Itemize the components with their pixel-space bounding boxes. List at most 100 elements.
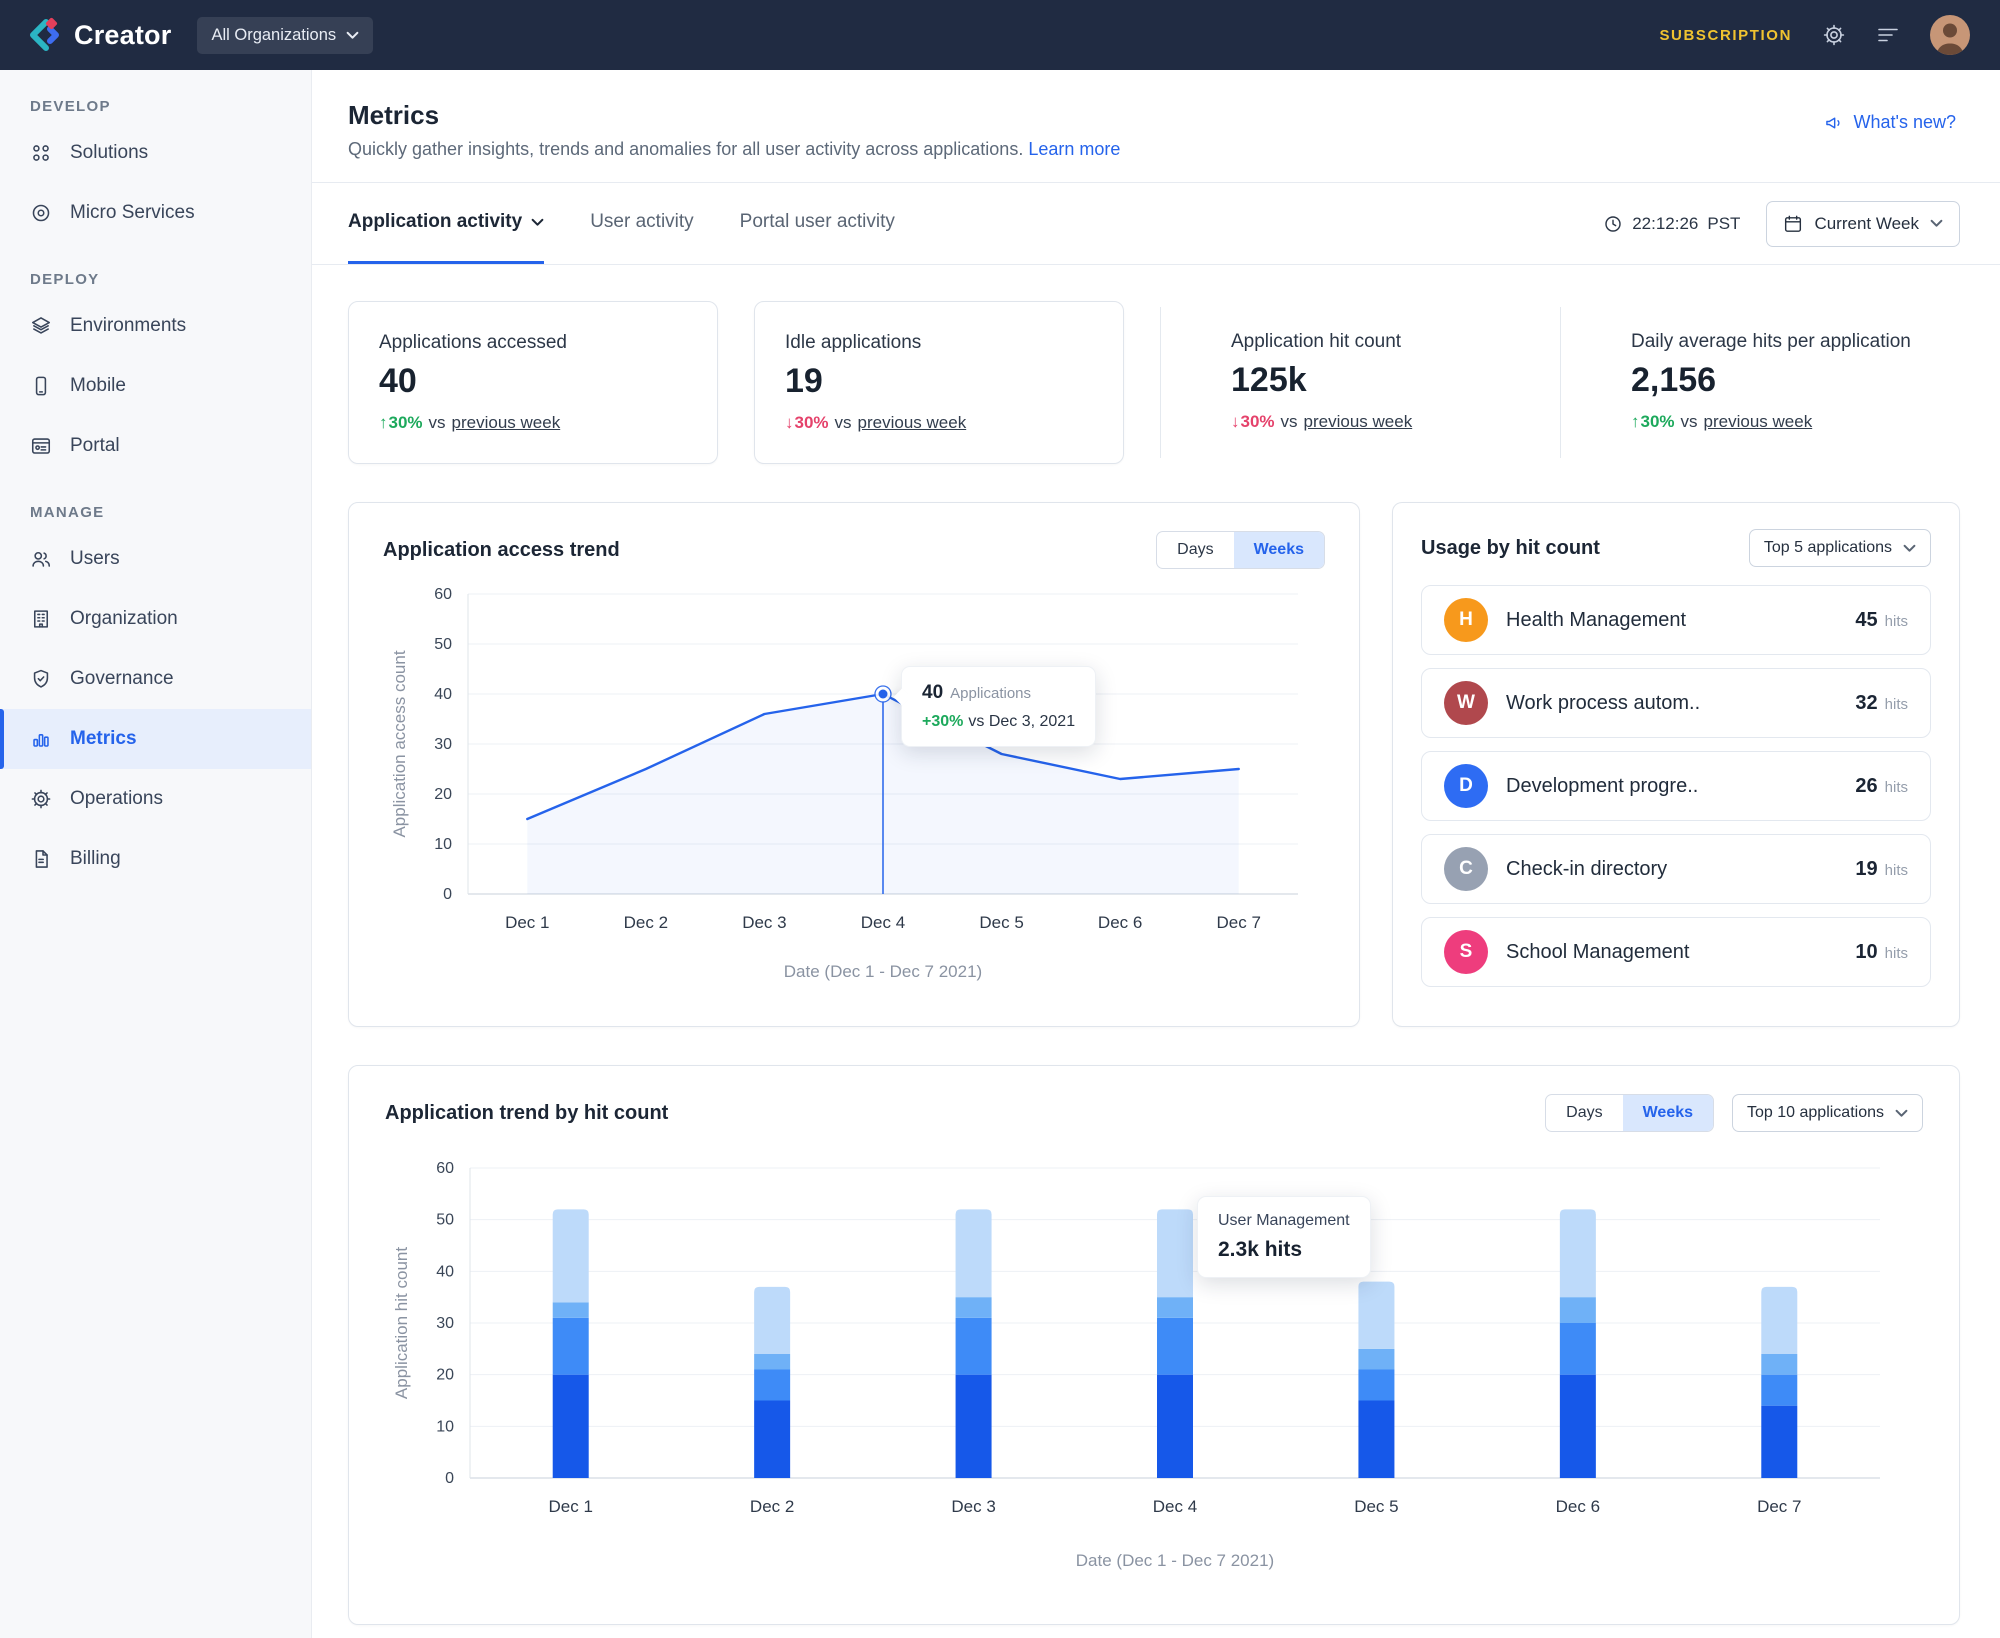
previous-week-link[interactable]: previous week (858, 413, 967, 433)
svg-text:Date (Dec 1 - Dec 7 2021): Date (Dec 1 - Dec 7 2021) (1076, 1551, 1274, 1570)
sidebar-item-environments[interactable]: Environments (0, 296, 311, 356)
brand-title: Creator (74, 20, 171, 51)
sidebar-item-micro-services[interactable]: Micro Services (0, 183, 311, 243)
settings-gear-icon[interactable] (1822, 23, 1846, 47)
usage-item-work-process[interactable]: W Work process autom.. 32hits (1421, 668, 1931, 738)
page-subtitle: Quickly gather insights, trends and anom… (348, 139, 1956, 160)
sidebar-item-metrics[interactable]: Metrics (0, 709, 311, 769)
stat-delta: ↑30% vs previous week (1631, 412, 1960, 432)
app-avatar: W (1444, 681, 1488, 725)
bar-chart-icon (30, 728, 52, 750)
svg-text:Dec 3: Dec 3 (951, 1497, 995, 1516)
trend-arrow-icon: ↓ (1231, 412, 1240, 432)
org-selector-label: All Organizations (211, 26, 336, 45)
svg-text:Dec 4: Dec 4 (861, 913, 905, 932)
sidebar-item-solutions[interactable]: Solutions (0, 123, 311, 183)
sidebar-item-label: Solutions (70, 142, 148, 164)
svg-text:Dec 4: Dec 4 (1153, 1497, 1197, 1516)
svg-text:Dec 1: Dec 1 (549, 1497, 593, 1516)
svg-text:Dec 7: Dec 7 (1217, 913, 1261, 932)
previous-week-link[interactable]: previous week (1304, 412, 1413, 432)
sidebar-item-mobile[interactable]: Mobile (0, 356, 311, 416)
tab-portal-user-activity[interactable]: Portal user activity (740, 183, 895, 264)
subscription-link[interactable]: SUBSCRIPTION (1659, 27, 1792, 44)
sidebar-section-develop: DEVELOP (30, 98, 311, 115)
chart-tooltip: 40Applications +30%vs Dec 3, 2021 (901, 666, 1096, 747)
panel-title: Usage by hit count (1421, 537, 1600, 560)
topbar-actions: SUBSCRIPTION (1659, 15, 1970, 55)
app-name: Development progre.. (1506, 775, 1698, 798)
chevron-down-icon (1895, 1109, 1908, 1118)
sidebar-item-organization[interactable]: Organization (0, 589, 311, 649)
app-name: School Management (1506, 941, 1689, 964)
chevron-down-icon (346, 31, 359, 40)
svg-text:Dec 2: Dec 2 (624, 913, 668, 932)
shield-check-icon (30, 668, 52, 690)
svg-text:0: 0 (443, 886, 452, 903)
megaphone-icon (1824, 113, 1844, 133)
svg-text:10: 10 (434, 836, 452, 853)
sidebar-item-billing[interactable]: Billing (0, 829, 311, 889)
top-applications-selector[interactable]: Top 5 applications (1749, 529, 1931, 567)
stat-value: 19 (785, 362, 1093, 401)
svg-text:30: 30 (436, 1315, 454, 1332)
sidebar-item-label: Environments (70, 315, 186, 337)
app-name: Health Management (1506, 609, 1686, 632)
stat-value: 125k (1231, 361, 1560, 400)
tab-user-activity[interactable]: User activity (590, 183, 693, 264)
sidebar-item-users[interactable]: Users (0, 529, 311, 589)
sidebar-section-deploy: DEPLOY (30, 271, 311, 288)
stat-label: Applications accessed (379, 332, 687, 354)
learn-more-link[interactable]: Learn more (1028, 139, 1120, 159)
org-selector[interactable]: All Organizations (197, 17, 373, 54)
chevron-down-icon (1903, 544, 1916, 553)
stat-delta: ↓30% vs previous week (785, 413, 1093, 433)
usage-item-school-management[interactable]: S School Management 10hits (1421, 917, 1931, 987)
toggle-weeks[interactable]: Weeks (1623, 1095, 1713, 1131)
sidebar-item-label: Billing (70, 848, 121, 870)
svg-text:Dec 7: Dec 7 (1757, 1497, 1801, 1516)
svg-text:Application access count: Application access count (390, 650, 409, 837)
toggle-weeks[interactable]: Weeks (1234, 532, 1324, 568)
building-icon (30, 608, 52, 630)
stat-delta: ↑30% vs previous week (379, 413, 687, 433)
whats-new-link[interactable]: What's new? (1824, 112, 1956, 133)
stat-label: Idle applications (785, 332, 1093, 354)
menu-icon[interactable] (1876, 23, 1900, 47)
toggle-days[interactable]: Days (1546, 1095, 1622, 1131)
previous-week-link[interactable]: previous week (452, 413, 561, 433)
usage-item-check-in-directory[interactable]: C Check-in directory 19hits (1421, 834, 1931, 904)
tabs-row: Application activity User activity Porta… (312, 183, 2000, 265)
svg-text:Application hit count: Application hit count (392, 1247, 411, 1399)
sidebar-item-portal[interactable]: Portal (0, 416, 311, 476)
svg-text:Date (Dec 1 - Dec 7 2021): Date (Dec 1 - Dec 7 2021) (784, 962, 982, 981)
stat-label: Daily average hits per application (1631, 331, 1960, 353)
app-name: Check-in directory (1506, 858, 1667, 881)
sidebar-item-operations[interactable]: Operations (0, 769, 311, 829)
usage-item-health-management[interactable]: H Health Management 45hits (1421, 585, 1931, 655)
days-weeks-toggle: Days Weeks (1156, 531, 1325, 569)
sidebar: DEVELOP Solutions Micro Services DEPLOY … (0, 70, 312, 1638)
svg-text:20: 20 (434, 786, 452, 803)
svg-text:Dec 5: Dec 5 (1354, 1497, 1398, 1516)
micro-services-icon (30, 202, 52, 224)
creator-logo-icon (26, 17, 62, 53)
toggle-days[interactable]: Days (1157, 532, 1233, 568)
user-avatar[interactable] (1930, 15, 1970, 55)
trend-arrow-icon: ↑ (1631, 412, 1640, 432)
svg-text:40: 40 (436, 1263, 454, 1280)
stats-row: Applications accessed 40 ↑30% vs previou… (312, 265, 2000, 464)
previous-week-link[interactable]: previous week (1704, 412, 1813, 432)
top-applications-selector[interactable]: Top 10 applications (1732, 1094, 1923, 1132)
period-selector[interactable]: Current Week (1766, 201, 1960, 247)
sidebar-item-governance[interactable]: Governance (0, 649, 311, 709)
hit-count: 26 (1855, 775, 1877, 798)
clock-icon (1603, 214, 1623, 234)
time-value: 22:12:26 (1632, 214, 1698, 234)
tab-application-activity[interactable]: Application activity (348, 183, 544, 264)
solutions-grid-icon (30, 142, 52, 164)
stat-value: 2,156 (1631, 361, 1960, 400)
usage-item-development-progress[interactable]: D Development progre.. 26hits (1421, 751, 1931, 821)
svg-text:60: 60 (434, 586, 452, 603)
svg-text:10: 10 (436, 1418, 454, 1435)
